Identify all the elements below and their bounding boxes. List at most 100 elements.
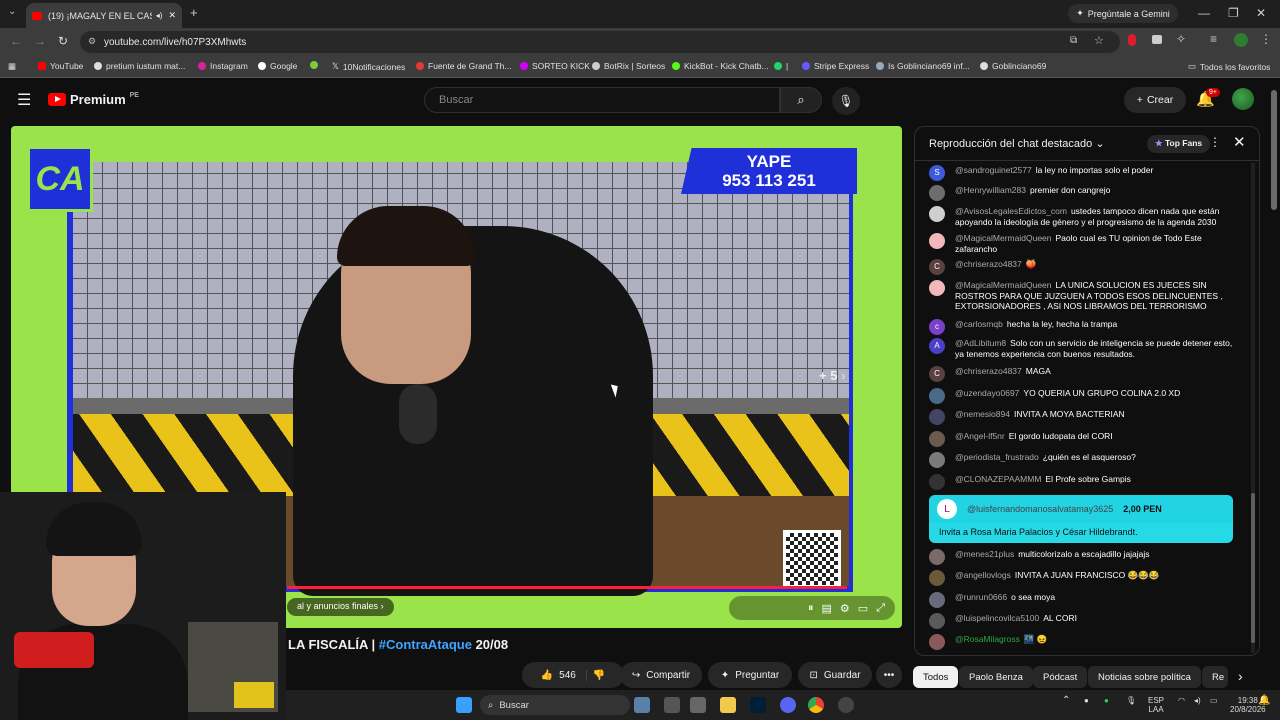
taskbar-widget-icon[interactable] xyxy=(634,697,650,713)
bookmark-x[interactable]: 𝕏 10Notificaciones xyxy=(332,61,405,72)
chat-mode-dropdown[interactable]: Reproducción del chat destacado ⌄ xyxy=(929,137,1105,150)
bookmark-sorteo[interactable]: SORTEO KICK xyxy=(520,61,590,71)
chat-message[interactable]: @RosaMilagross 🌃 😖 xyxy=(929,634,1239,650)
bookmark-pretium[interactable]: pretium iustum mat... xyxy=(94,61,185,71)
chat-username[interactable]: @luispelincovilca5100 xyxy=(955,613,1039,623)
bookmark-botrix[interactable]: BotRix | Sorteos xyxy=(592,61,665,71)
dislike-button[interactable]: 👎 xyxy=(593,670,605,681)
taskbar-app-icon[interactable] xyxy=(690,697,706,713)
chat-message[interactable]: c @carlosmqb hecha la ley, hecha la trampa xyxy=(929,319,1239,335)
chapter-pill[interactable]: al y anuncios finales › xyxy=(287,598,394,616)
chat-username[interactable]: @periodista_frustrado xyxy=(955,452,1039,462)
chat-scroll-thumb[interactable] xyxy=(1251,493,1255,643)
photoshop-icon[interactable] xyxy=(750,697,766,713)
address-bar[interactable]: ⚙ youtube.com/live/h07P3XMhwts ⧉ ☆ xyxy=(80,31,1120,53)
chat-avatar[interactable] xyxy=(929,388,945,404)
chat-avatar[interactable] xyxy=(929,474,945,490)
chat-message[interactable]: S @sandroguinet2577 la ley no importas sol… xyxy=(929,165,1239,181)
chat-avatar[interactable] xyxy=(929,613,945,629)
browser-tab-youtube[interactable]: (19) ¡MAGALY EN EL CASO ◂) ✕ xyxy=(26,3,182,28)
chat-message[interactable]: @menes21plus multicolorizalo a escajadill… xyxy=(929,549,1239,565)
chat-avatar[interactable] xyxy=(929,409,945,425)
chips-next-icon[interactable]: › xyxy=(1238,668,1243,684)
chat-username[interactable]: @angellovlogs xyxy=(955,570,1011,580)
share-button[interactable]: ↪ Compartir xyxy=(620,662,702,688)
chat-avatar[interactable]: C xyxy=(929,259,945,275)
chat-avatar[interactable] xyxy=(929,280,945,296)
chat-message[interactable]: @MagicalMermaidQueen LA UNICA SOLUCION ES… xyxy=(929,280,1239,312)
browser-menu-icon[interactable]: ⋮ xyxy=(1260,32,1272,46)
tab-close-icon[interactable]: ✕ xyxy=(168,10,176,21)
chat-avatar[interactable]: S xyxy=(929,165,945,181)
like-button[interactable]: 👍 546 xyxy=(541,669,587,681)
chat-avatar[interactable] xyxy=(929,452,945,468)
tray-app-icon[interactable]: ● xyxy=(1084,696,1089,705)
account-avatar[interactable] xyxy=(1232,88,1254,110)
chat-message[interactable]: A @AdLibitum8 Solo con un servicio de inte… xyxy=(929,338,1239,359)
page-scrollbar[interactable] xyxy=(1270,80,1278,690)
chat-username[interactable]: @chriserazo4837 xyxy=(955,259,1022,269)
page-scroll-thumb[interactable] xyxy=(1271,90,1277,210)
chat-avatar[interactable] xyxy=(929,206,945,222)
chat-message[interactable]: @nemesio894 INVITA A MOYA BACTERIAN xyxy=(929,409,1239,425)
chat-username[interactable]: @Henrywilliam283 xyxy=(955,185,1026,195)
chip-re[interactable]: Re xyxy=(1202,666,1228,688)
taskbar-app2-icon[interactable] xyxy=(838,697,854,713)
chat-avatar[interactable]: c xyxy=(929,319,945,335)
chat-avatar[interactable]: A xyxy=(929,338,945,354)
extension-icon[interactable] xyxy=(1152,35,1162,44)
chat-message[interactable]: @luispelincovilca5100 AL CORI xyxy=(929,613,1239,629)
tray-mic-icon[interactable]: 🎙 xyxy=(1126,696,1136,705)
search-input[interactable]: Buscar xyxy=(424,87,780,113)
extension-red-icon[interactable] xyxy=(1128,34,1136,46)
ask-button[interactable]: ✦ Preguntar xyxy=(708,662,792,688)
window-close-icon[interactable]: ✕ xyxy=(1256,6,1266,20)
chat-username[interactable]: @Angel-lf5nr xyxy=(955,431,1005,441)
cast-icon[interactable]: ⧉ xyxy=(1070,35,1077,46)
youtube-premium-logo[interactable]: Premium PE xyxy=(48,92,139,107)
chat-username[interactable]: @RosaMilagross xyxy=(955,634,1020,644)
bookmark-goblin[interactable]: Goblinciano69 xyxy=(980,61,1046,71)
chat-message[interactable]: @MagicalMermaidQueen Paolo cual es TU opi… xyxy=(929,233,1239,254)
chat-username[interactable]: @carlosmqb xyxy=(955,319,1003,329)
minimize-icon[interactable]: — xyxy=(1198,6,1210,20)
chip-paolo-benza[interactable]: Paolo Benza xyxy=(959,666,1033,688)
forward-icon[interactable]: → xyxy=(34,34,46,48)
bookmark-whatsapp[interactable]: | xyxy=(774,61,788,71)
settings-icon[interactable]: ⚙ xyxy=(840,602,850,615)
gemini-button[interactable]: ✦ Pregúntale a Gemini xyxy=(1068,4,1178,23)
chat-message[interactable]: C @chriserazo4837 MAGA xyxy=(929,366,1239,382)
chat-username[interactable]: @MagicalMermaidQueen xyxy=(955,233,1052,243)
voice-search-button[interactable]: 🎙 xyxy=(832,87,860,115)
chat-avatar[interactable] xyxy=(929,592,945,608)
chip-noticias[interactable]: Noticias sobre política xyxy=(1088,666,1201,688)
save-button[interactable]: ⊡ Guardar xyxy=(798,662,872,688)
chat-avatar[interactable] xyxy=(929,549,945,565)
chat-close-icon[interactable]: ✕ xyxy=(1233,133,1246,151)
superchat-message[interactable]: L @luisfernandomanosalvatamay3625 2,00 P… xyxy=(929,495,1233,543)
chat-username[interactable]: @chriserazo4837 xyxy=(955,366,1022,376)
tray-wifi-icon[interactable]: ◠ xyxy=(1178,696,1185,705)
chat-message[interactable]: @periodista_frustrado ¿quién es el asquer… xyxy=(929,452,1239,468)
chat-username[interactable]: @nemesio894 xyxy=(955,409,1010,419)
chat-username[interactable]: @AvisosLegalesEdictos_com xyxy=(955,206,1067,216)
profile-avatar-icon[interactable] xyxy=(1234,33,1248,47)
tray-whatsapp-icon[interactable]: ● xyxy=(1104,696,1109,705)
task-view-icon[interactable] xyxy=(664,697,680,713)
chat-message[interactable]: @CLONAZEPAAMMM El Profe sobre Gampis xyxy=(929,474,1239,490)
chat-menu-icon[interactable]: ⋮ xyxy=(1209,135,1221,149)
chat-username[interactable]: @AdLibitum8 xyxy=(955,338,1006,348)
more-actions-button[interactable]: ••• xyxy=(876,662,902,688)
bookmark-kickbot[interactable]: KickBot - Kick Chatb... xyxy=(672,61,769,71)
chat-message[interactable]: C @chriserazo4837 🍑 xyxy=(929,259,1239,275)
chat-message[interactable]: @Henrywilliam283 premier don cangrejo xyxy=(929,185,1239,201)
bookmark-google[interactable]: Google xyxy=(258,61,297,71)
bookmark-youtube[interactable]: YouTube xyxy=(38,61,83,71)
restore-icon[interactable]: ❐ xyxy=(1228,6,1239,20)
tab-search-icon[interactable]: ⌄ xyxy=(8,6,16,17)
chat-username[interactable]: @runrun0666 xyxy=(955,592,1007,602)
hashtag-link[interactable]: #ContraAtaque xyxy=(379,637,472,652)
chat-message[interactable]: @uzendayo0697 YO QUERIA UN GRUPO COLINA 2… xyxy=(929,388,1239,404)
top-fans-button[interactable]: ★ Top Fans xyxy=(1147,135,1211,153)
taskbar-search[interactable]: ⌕ Buscar xyxy=(480,695,630,715)
